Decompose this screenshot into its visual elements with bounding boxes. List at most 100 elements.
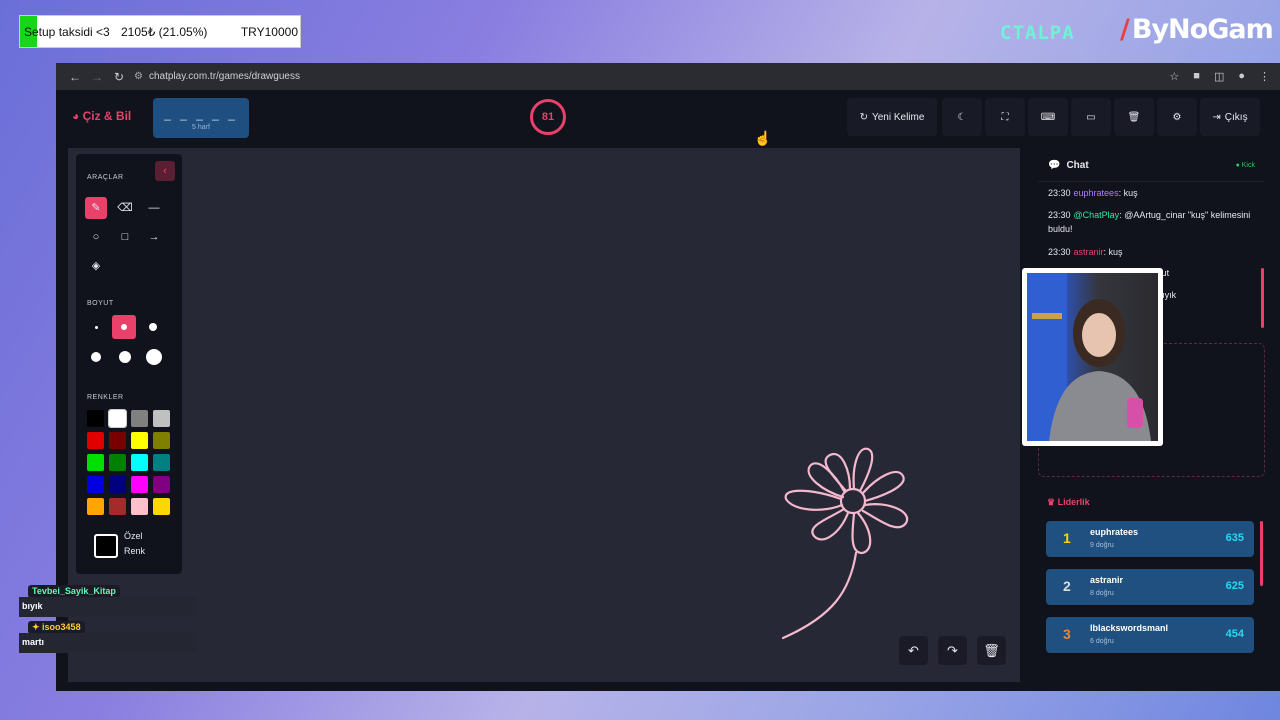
color-swatch[interactable] [153,476,170,493]
exit-label: Çıkış [1224,111,1248,123]
leaderboard-scrollbar[interactable] [1260,521,1263,586]
leaderboard-title: ♛ Liderlik [1047,497,1090,508]
settings-button[interactable]: ⚙ [1157,98,1197,136]
size-option-1[interactable] [95,326,98,329]
circle-tool[interactable]: ○ [85,226,107,248]
address-bar[interactable]: chatplay.com.tr/games/drawguess [149,71,300,82]
color-swatch[interactable] [109,498,126,515]
leaderboard-name: euphratees [1090,527,1139,537]
app-logo[interactable]: ◕ Çiz & Bil [72,109,131,123]
dark-mode-button[interactable]: ☾ [942,98,982,136]
flower-petal [852,447,874,493]
flower-petal [861,470,905,503]
chat-username[interactable]: astranir [1074,247,1104,257]
color-swatch[interactable] [153,432,170,449]
ctalpa-logo: CTALPA [1000,22,1075,44]
drawing-canvas[interactable]: ARAÇLAR ‹ ✎ ⌫ — ○ □ → ◈ BOYUT RENKLER Öz… [68,148,1020,682]
color-swatch[interactable] [87,432,104,449]
eraser-icon: ⌫ [117,202,133,214]
color-swatch[interactable] [131,454,148,471]
bookmark-star-icon[interactable]: ☆ [1169,70,1179,83]
flower-stem [781,551,858,640]
extension-icon[interactable]: ■ [1193,70,1200,83]
color-swatch[interactable] [87,454,104,471]
size-option-5[interactable] [119,351,131,363]
palette-icon: ◕ [72,109,83,123]
window-button[interactable]: ▭ [1071,98,1111,136]
new-word-label: Yeni Kelime [871,111,925,123]
flower-drawing [781,447,909,640]
game-header: ◕ Çiz & Bil _ _ _ _ _ 5 harf 81 ↻ Yeni Ke… [56,90,1280,146]
chat-username[interactable]: euphratees [1074,188,1119,198]
bynogame-logo-text: ByNoGam [1131,14,1274,45]
site-info-icon[interactable]: ⚙ [134,71,143,82]
back-icon[interactable]: ← [64,70,86,84]
fill-tool[interactable]: ◈ [85,255,107,277]
color-swatch[interactable] [131,476,148,493]
color-swatch[interactable] [153,454,170,471]
rectangle-tool[interactable]: □ [114,226,136,248]
color-swatch[interactable] [109,454,126,471]
color-swatch[interactable] [131,410,148,427]
streamer-webcam [1022,268,1163,446]
chat-timestamp: 23:30 [1048,246,1071,257]
browser-toolbar: ← → ↻ ⚙ chatplay.com.tr/games/drawguess … [56,63,1280,90]
size-option-6[interactable] [146,349,162,365]
kick-status-label: Kick [1241,162,1255,169]
size-option-3[interactable] [149,323,157,331]
keyboard-button[interactable]: ⌨ [1028,98,1068,136]
leaderboard-rank: 3 [1063,626,1071,642]
clear-button[interactable]: 🗑 [1114,98,1154,136]
custom-color-swatch[interactable] [94,534,118,558]
crown-icon: ♛ [1047,497,1058,507]
collapse-toolbox-button[interactable]: ‹ [155,161,175,181]
trash-icon: 🗑 [983,643,1000,658]
keyboard-icon: ⌨ [1040,111,1056,123]
reload-icon[interactable]: ↻ [108,70,130,84]
extensions-puzzle-icon[interactable]: ◫ [1214,70,1224,83]
chat-timestamp: 23:30 [1048,209,1071,220]
new-word-button[interactable]: ↻ Yeni Kelime [847,98,937,136]
flower-petal [851,511,872,555]
color-swatch[interactable] [153,498,170,515]
color-swatch[interactable] [108,409,127,428]
tools-panel: ARAÇLAR ‹ ✎ ⌫ — ○ □ → ◈ BOYUT RENKLER Öz… [76,154,182,574]
color-swatch[interactable] [87,498,104,515]
color-swatch[interactable] [109,432,126,449]
redo-icon: ↷ [947,643,958,658]
round-timer: 81 [530,99,566,135]
menu-kebab-icon[interactable]: ⋮ [1259,70,1270,83]
leaderboard-name: lblackswordsmanl [1090,623,1169,633]
window-icon: ▭ [1086,111,1096,123]
color-swatch[interactable] [131,432,148,449]
color-swatch[interactable] [87,476,104,493]
exit-button[interactable]: ⇥ Çıkış [1200,98,1260,136]
forward-icon[interactable]: → [86,70,108,84]
pencil-tool[interactable]: ✎ [85,197,107,219]
line-tool[interactable]: — [143,197,165,219]
color-swatch[interactable] [109,476,126,493]
leaderboard-row: 2 astranir 8 doğru 625 [1046,569,1254,605]
color-swatch[interactable] [87,410,104,427]
fullscreen-button[interactable]: ⛶ [985,98,1025,136]
overlay-chat-username-text: Tevbei_Sayik_Kitap [32,586,116,596]
color-swatch[interactable] [131,498,148,515]
redo-button[interactable]: ↷ [938,636,967,665]
chat-username[interactable]: @ChatPlay [1074,210,1120,220]
arrow-tool[interactable]: → [143,226,165,248]
eraser-tool[interactable]: ⌫ [114,197,136,219]
chat-scrollbar[interactable] [1261,268,1264,328]
word-dashes: _ _ _ _ _ [164,107,238,121]
square-icon: □ [121,231,129,243]
chevron-left-icon: ‹ [163,165,167,177]
leaderboard-score: 625 [1225,580,1244,592]
tools-label: ARAÇLAR [87,174,124,181]
chat-title: Chat [1066,160,1089,171]
size-option-4[interactable] [91,352,101,362]
leaderboard: 1 euphratees 9 doğru 635 2 astranir 8 doğru 625… [1038,515,1265,681]
trash-icon: 🗑 [1127,111,1141,123]
leaderboard-correct-count: 9 doğru [1090,542,1114,549]
clear-canvas-button[interactable]: 🗑 [977,636,1006,665]
color-swatch[interactable] [153,410,170,427]
profile-avatar[interactable]: ● [1238,70,1245,83]
